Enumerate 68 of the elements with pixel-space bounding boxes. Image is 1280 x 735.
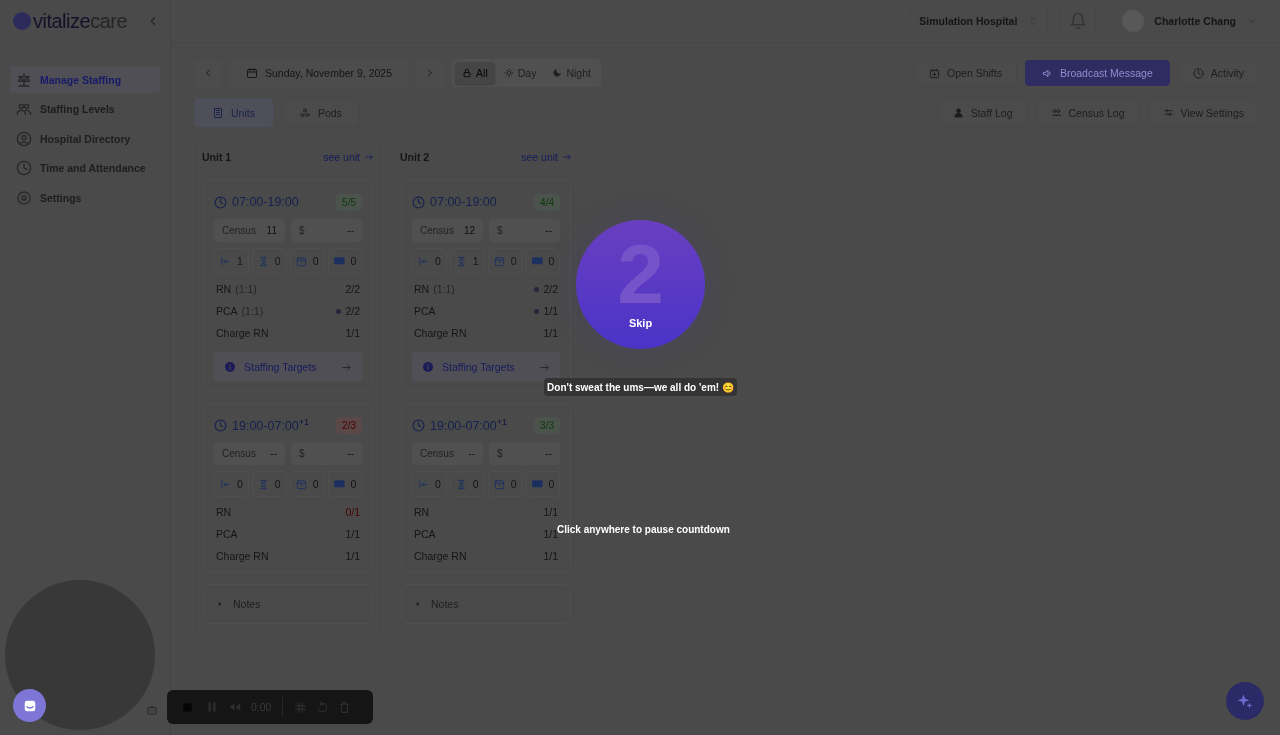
arrow-in-icon	[418, 478, 429, 490]
people-icon	[1050, 107, 1062, 118]
triangle-icon	[414, 600, 422, 608]
megaphone-icon	[1041, 67, 1053, 79]
message-icon	[333, 478, 345, 490]
clock-icon	[214, 195, 227, 209]
clock-icon	[412, 418, 425, 432]
restart-button[interactable]	[316, 700, 330, 714]
info-icon	[422, 361, 434, 373]
circles-icon	[298, 106, 311, 119]
message-icon	[333, 255, 345, 267]
fill-badge: 3/3	[534, 416, 560, 434]
tip-banner: Don't sweat the ums—we all do 'em! 😊	[544, 378, 737, 396]
hint-text: Click anywhere to pause countdown	[557, 524, 730, 535]
people-icon	[16, 101, 32, 118]
shift-filter-tab[interactable]: All	[455, 62, 495, 84]
budget-chip: $ --	[489, 219, 560, 242]
role-count: 0/1	[345, 506, 360, 518]
moon-icon	[552, 68, 563, 78]
skip-button[interactable]: Skip	[628, 317, 653, 329]
scale-icon	[16, 71, 32, 88]
clock-icon	[1192, 67, 1204, 79]
building-icon	[212, 106, 224, 119]
calendar-icon	[295, 255, 307, 267]
delete-button[interactable]	[338, 700, 352, 714]
hourglass-icon	[257, 478, 269, 490]
budget-chip: $ --	[291, 219, 362, 242]
calendar-icon	[295, 478, 307, 490]
arrow-right-icon	[341, 361, 352, 373]
calendar-icon	[493, 255, 505, 267]
calendar-icon	[493, 478, 505, 490]
arrow-in-icon	[220, 255, 231, 267]
restart-icon	[316, 700, 330, 714]
sliders-icon	[1162, 107, 1174, 118]
budget-chip: $ --	[489, 442, 560, 465]
sparkle-icon	[1236, 692, 1254, 710]
info-icon	[224, 361, 236, 373]
budget-chip: $ --	[291, 442, 362, 465]
person-icon	[952, 107, 964, 118]
clock-icon	[16, 160, 32, 177]
action-button[interactable]: Broadcast Message	[1024, 60, 1170, 86]
hourglass-icon	[455, 478, 467, 490]
arrow-right-icon	[539, 361, 550, 373]
role-count: 1/1	[543, 528, 558, 540]
person-icon	[16, 130, 32, 147]
assistant-button[interactable]	[1226, 682, 1264, 720]
triangle-icon	[216, 600, 224, 608]
fill-badge: 2/3	[336, 416, 362, 434]
message-icon	[531, 255, 543, 267]
sun-icon	[503, 68, 514, 78]
clock-icon	[412, 195, 425, 209]
arrow-right-icon	[562, 152, 572, 162]
arrow-in-icon	[220, 478, 231, 490]
fill-badge: 5/5	[336, 193, 362, 211]
gear-icon	[16, 189, 32, 206]
fill-badge: 4/4	[534, 193, 560, 211]
hourglass-icon	[455, 255, 467, 267]
clock-icon	[214, 418, 227, 432]
robot-icon	[145, 703, 159, 717]
arrow-in-icon	[418, 255, 429, 267]
message-icon	[531, 478, 543, 490]
arrow-right-icon	[364, 152, 374, 162]
logo-icon	[13, 12, 31, 30]
hourglass-icon	[257, 255, 269, 267]
calendar-icon	[929, 67, 941, 79]
calendar-icon	[246, 67, 258, 79]
lock-icon	[462, 68, 473, 78]
trash-icon	[338, 700, 352, 714]
